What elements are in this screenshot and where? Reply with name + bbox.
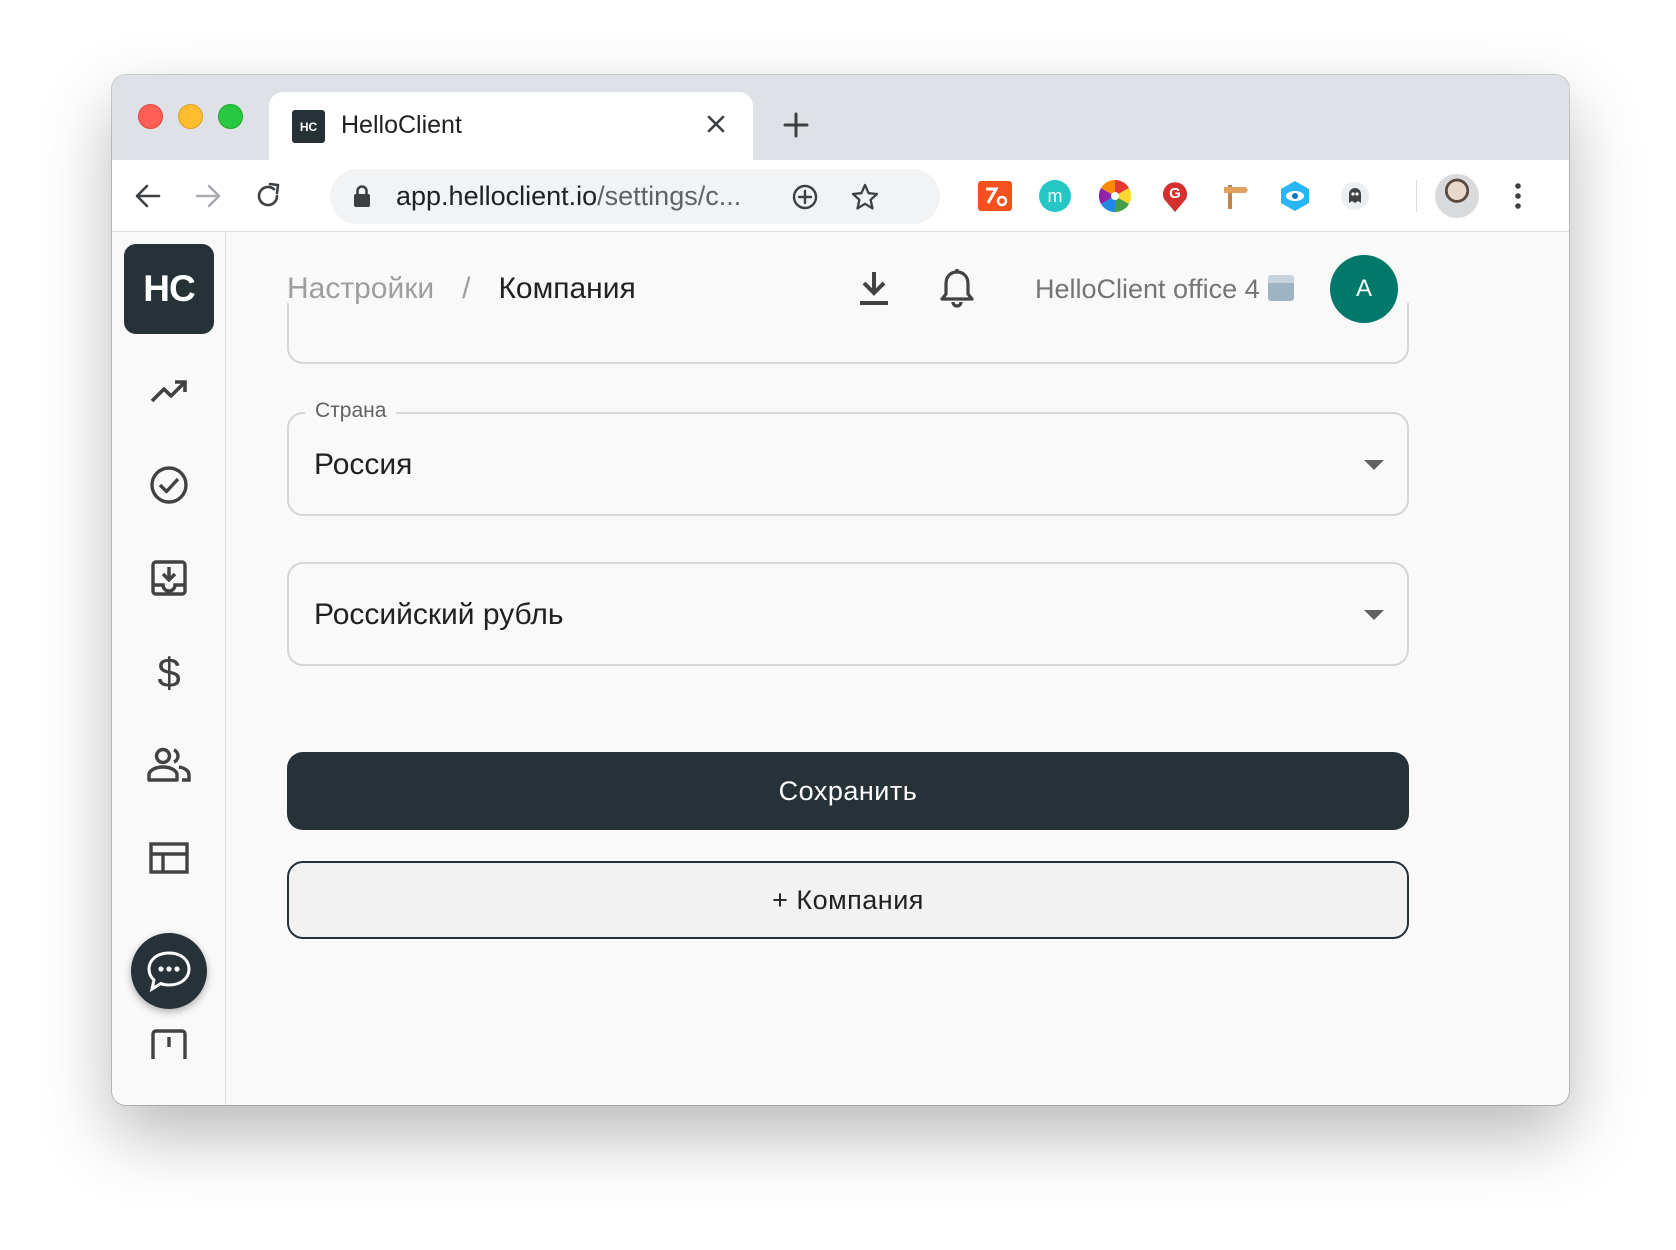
tab-close-icon[interactable] [699,107,733,141]
sidebar: HC $ [112,232,226,1105]
svg-text:G: G [1169,185,1181,202]
lock-icon [352,184,372,213]
currency-value: Российский рубль [314,598,564,631]
extension-signpost-icon[interactable] [1217,178,1253,214]
billing-dollar-icon[interactable]: $ [141,644,197,700]
minimize-window-button[interactable] [178,104,203,129]
browser-profile-avatar[interactable] [1435,174,1479,218]
url-text: app.helloclient.io/settings/c... [396,181,742,211]
organization-name[interactable]: HelloClient office 4 [1035,274,1294,305]
analytics-trending-up-icon[interactable] [141,364,197,420]
breadcrumb: Настройки / Компания [287,272,636,306]
clients-people-icon[interactable] [141,737,197,793]
app-root: HC $ Настройки / Компания HelloClient of… [112,232,1569,1105]
tasks-check-circle-icon[interactable] [141,457,197,513]
previous-field-remnant[interactable] [287,303,1409,364]
maximize-window-button[interactable] [218,104,243,129]
tab-title: HelloClient [341,111,462,139]
extension-percent-icon[interactable] [977,178,1013,214]
inbox-download-icon[interactable] [141,550,197,606]
chat-support-button[interactable] [131,933,207,1009]
chevron-down-icon [1364,610,1384,620]
browser-window: HC HelloClient app.helloclient.io/settin… [112,75,1569,1105]
add-company-button[interactable]: + Компания [287,861,1409,939]
close-window-button[interactable] [138,104,163,129]
svg-text:$: $ [157,649,180,695]
back-arrow-icon[interactable] [126,174,170,218]
extension-g-icon[interactable]: G [1157,178,1193,214]
breadcrumb-current: Компания [498,272,636,305]
country-label: Страна [305,399,397,423]
chat-bubble-icon [147,951,191,993]
app-logo[interactable]: HC [124,244,214,334]
office-building-icon [1267,275,1294,301]
chevron-down-icon [1364,460,1384,470]
browser-toolbar: app.helloclient.io/settings/c... m G [112,160,1569,232]
country-value: Россия [314,448,413,481]
currency-select[interactable]: Российский рубль [287,562,1409,666]
extension-m-icon[interactable]: m [1037,178,1073,214]
breadcrumb-settings-link[interactable]: Настройки [287,272,434,305]
new-tab-icon[interactable] [776,105,816,145]
add-to-page-icon[interactable] [787,179,823,215]
save-button[interactable]: Сохранить [287,752,1409,830]
main-content: Настройки / Компания HelloClient office 4 … [227,232,1569,1105]
svg-text:m: m [1048,186,1063,206]
address-bar[interactable]: app.helloclient.io/settings/c... [330,169,940,224]
browser-menu-icon[interactable] [1496,174,1540,218]
reload-icon[interactable] [246,174,290,218]
bookmark-star-icon[interactable] [847,179,883,215]
extension-ghost-icon[interactable] [1337,178,1373,214]
partial-nav-icon[interactable] [141,1019,197,1059]
breadcrumb-separator: / [462,272,471,305]
extension-color-wheel-icon[interactable] [1097,178,1133,214]
forward-arrow-icon[interactable] [186,174,230,218]
toolbar-divider [1416,180,1417,212]
tab-strip: HC HelloClient [112,75,1569,160]
browser-tab[interactable]: HC HelloClient [269,92,753,160]
country-select[interactable]: Страна Россия [287,399,1409,516]
extension-eye-icon[interactable] [1277,178,1313,214]
table-layout-icon[interactable] [141,830,197,886]
tab-favicon-icon: HC [292,110,325,143]
